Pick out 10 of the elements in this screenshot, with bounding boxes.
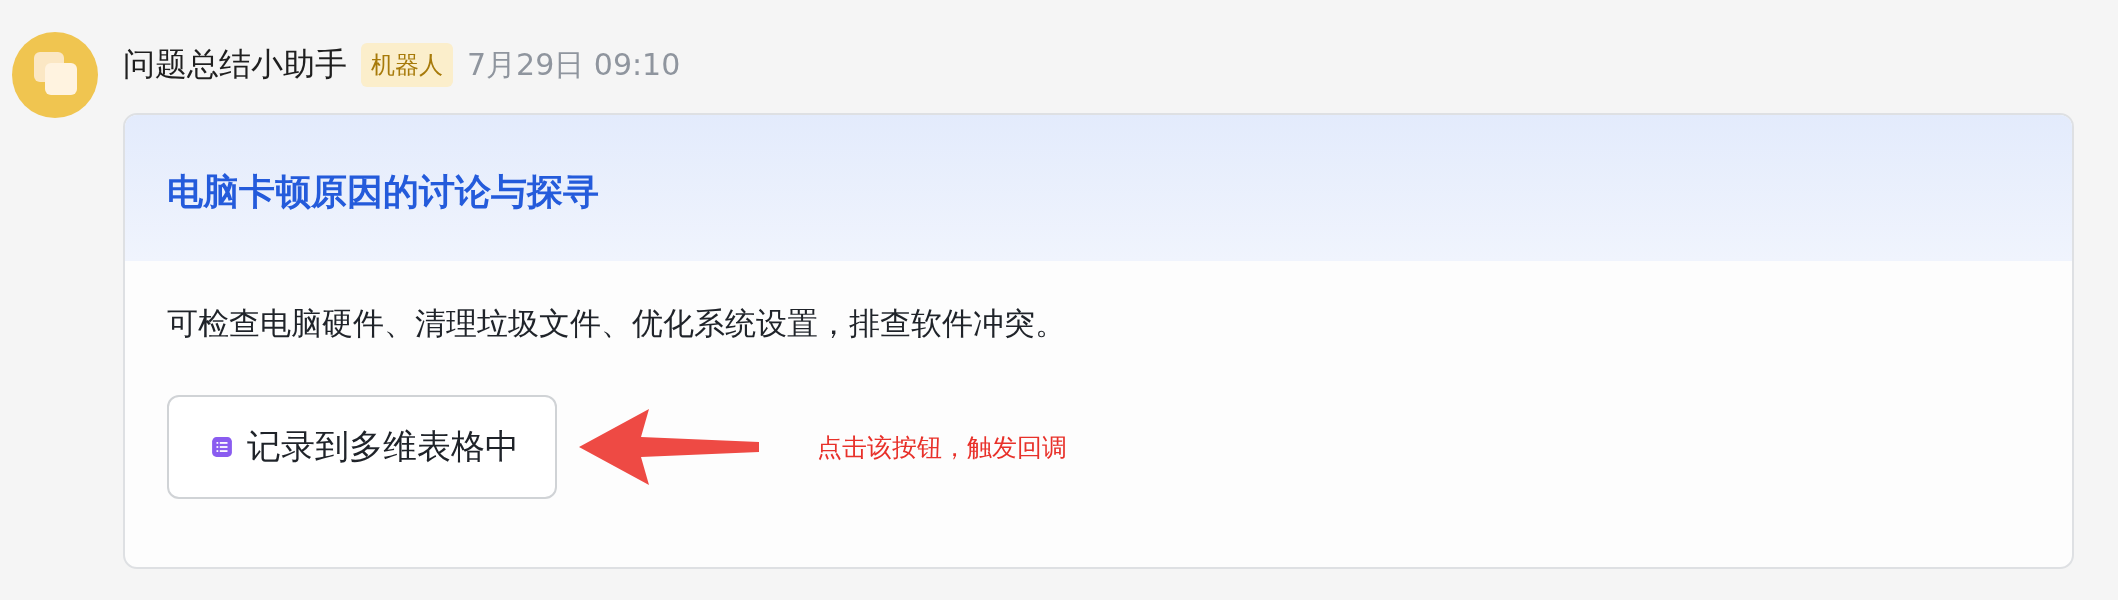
sender-name: 问题总结小助手	[123, 44, 347, 85]
message-time: 7月29日 09:10	[467, 45, 681, 84]
table-icon	[211, 436, 233, 458]
avatar-icon	[12, 32, 98, 118]
annotation-text: 点击该按钮，触发回调	[817, 431, 1067, 464]
record-button[interactable]: 记录到多维表格中	[167, 395, 557, 499]
card-text: 可检查电脑硬件、清理垃圾文件、优化系统设置，排查软件冲突。	[167, 304, 1067, 343]
bot-badge: 机器人	[361, 43, 453, 87]
card-title: 电脑卡顿原因的讨论与探寻	[167, 169, 599, 214]
arrow-icon	[579, 407, 759, 487]
